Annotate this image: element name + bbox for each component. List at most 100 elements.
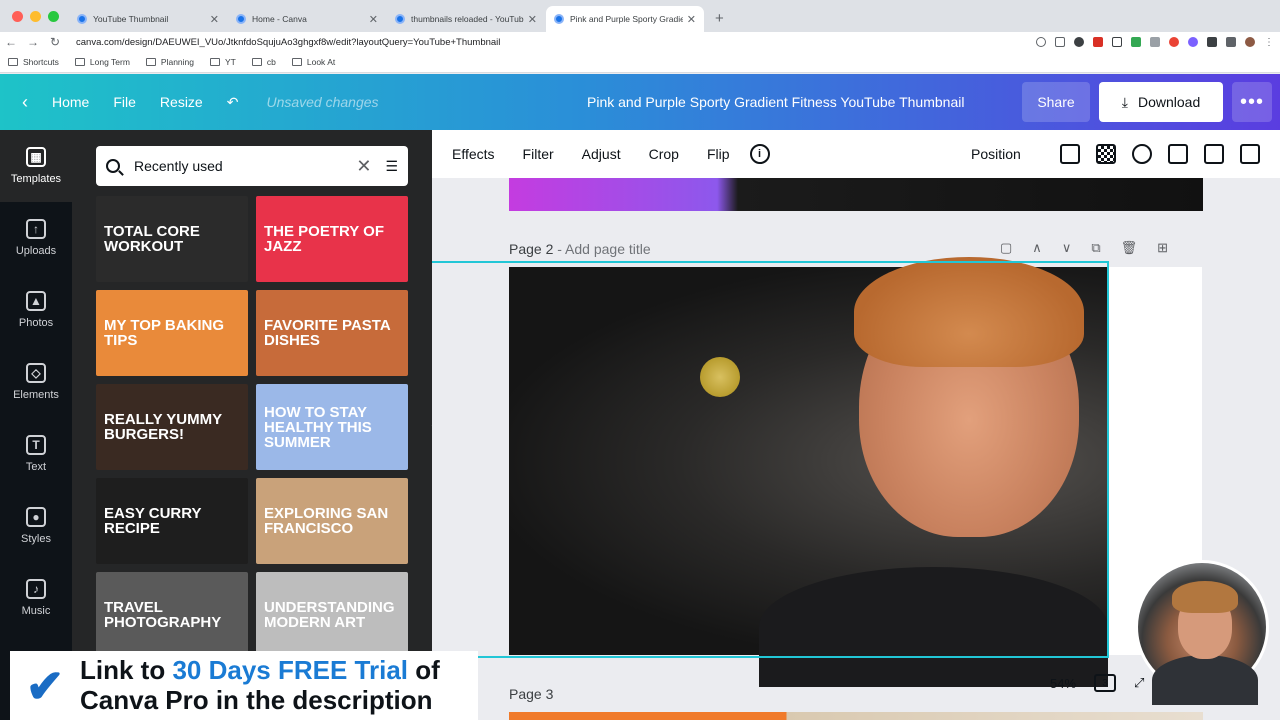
page-count-button[interactable]: 3 xyxy=(1094,674,1117,692)
back-arrow-icon[interactable]: ← xyxy=(0,35,22,49)
download-button[interactable]: ⤓ Download xyxy=(1099,82,1223,122)
effects-button[interactable]: Effects xyxy=(432,146,509,162)
page-1-preview[interactable] xyxy=(509,178,1203,211)
trash-icon[interactable] xyxy=(1240,144,1260,164)
extension-icon[interactable] xyxy=(1131,37,1141,47)
duplicate-icon[interactable] xyxy=(1204,144,1224,164)
browser-tab[interactable]: YouTube Thumbnail ✕ xyxy=(69,6,227,32)
page-2-photo[interactable] xyxy=(509,257,1108,687)
template-thumbnail[interactable]: Favorite Pasta Dishes xyxy=(256,290,408,376)
filter-sliders-icon[interactable]: ☰ xyxy=(385,158,398,175)
lock-icon[interactable] xyxy=(1168,144,1188,164)
reload-icon[interactable]: ↻ xyxy=(44,35,66,49)
rail-item-styles[interactable]: ● Styles xyxy=(0,490,72,562)
template-thumbnail[interactable]: really yummy burgers! xyxy=(96,384,248,470)
info-icon[interactable]: i xyxy=(749,144,770,164)
extension-icon[interactable] xyxy=(1188,37,1198,47)
shapes-icon: ◇ xyxy=(26,363,46,383)
bookmark-long-term[interactable]: Long Term xyxy=(74,57,130,67)
minimize-window-button[interactable] xyxy=(30,10,41,22)
page-3-preview[interactable] xyxy=(509,712,1203,720)
forward-arrow-icon[interactable]: → xyxy=(22,35,44,49)
url-field[interactable]: canva.com/design/DAEUWEI_VUo/JtknfdoSquj… xyxy=(66,37,1036,48)
delete-page-icon[interactable]: 🗑 xyxy=(1121,240,1138,256)
close-tab-icon[interactable]: ✕ xyxy=(528,13,537,26)
template-thumbnail[interactable]: The Poetry of Jazz xyxy=(256,196,408,282)
bookmark-shortcuts[interactable]: Shortcuts xyxy=(8,57,59,67)
page-2-title[interactable]: Page 2 - Add page title xyxy=(509,241,651,257)
bookmark-cb[interactable]: cb xyxy=(251,57,276,67)
search-input[interactable]: Recently used xyxy=(134,158,356,174)
more-options-button[interactable]: ••• xyxy=(1232,82,1272,122)
extension-icon[interactable] xyxy=(1074,37,1084,47)
close-window-button[interactable] xyxy=(12,10,23,22)
page-3-title[interactable]: Page 3 xyxy=(509,686,553,702)
duplicate-page-icon[interactable]: ⧉ xyxy=(1091,240,1100,256)
position-button[interactable]: Position xyxy=(971,146,1021,162)
chevron-up-icon[interactable]: ∧ xyxy=(1032,240,1042,256)
rail-item-templates[interactable]: ▦ Templates xyxy=(0,130,72,202)
filter-button[interactable]: Filter xyxy=(509,146,568,162)
rail-item-elements[interactable]: ◇ Elements xyxy=(0,346,72,418)
bookmark-yt[interactable]: YT xyxy=(210,57,236,67)
paint-roller-icon[interactable] xyxy=(1060,144,1080,164)
extension-icon[interactable] xyxy=(1226,37,1236,47)
browser-menu-icon[interactable]: ⋮ xyxy=(1264,37,1274,48)
zoom-icon[interactable] xyxy=(1036,37,1046,47)
browser-tab[interactable]: Home - Canva ✕ xyxy=(228,6,386,32)
close-tab-icon[interactable]: ✕ xyxy=(210,13,219,26)
template-thumbnail[interactable]: Exploring San Francisco xyxy=(256,478,408,564)
rail-item-uploads[interactable]: ↑ Uploads xyxy=(0,202,72,274)
link-icon[interactable] xyxy=(1132,144,1152,164)
toolbar-icons xyxy=(1060,144,1260,164)
adjust-button[interactable]: Adjust xyxy=(568,146,635,162)
browser-tab-active[interactable]: Pink and Purple Sporty Gradient ✕ xyxy=(546,6,704,32)
template-search[interactable]: Recently used ✕ ☰ xyxy=(96,146,408,186)
extension-icon[interactable] xyxy=(1150,37,1160,47)
extension-icon[interactable] xyxy=(1093,37,1103,47)
add-note-icon[interactable]: ▢ xyxy=(1000,240,1012,256)
resize-button[interactable]: Resize xyxy=(148,74,215,130)
template-thumbnail[interactable]: Travel Photography xyxy=(96,572,248,658)
template-thumbnail[interactable]: Understanding Modern Art xyxy=(256,572,408,658)
browser-tab[interactable]: thumbnails reloaded - YouTube ✕ xyxy=(387,6,545,32)
maximize-window-button[interactable] xyxy=(48,10,59,22)
home-button[interactable]: Home xyxy=(40,74,101,130)
page-controls: ▢ ∧ ∨ ⧉ 🗑 ⊞ xyxy=(1000,240,1168,256)
zoom-level[interactable]: 54% xyxy=(1050,676,1076,691)
extension-icon[interactable] xyxy=(1169,37,1179,47)
extension-icon[interactable] xyxy=(1112,37,1122,47)
design-title[interactable]: Pink and Purple Sporty Gradient Fitness … xyxy=(587,94,964,110)
rail-item-label: Photos xyxy=(18,317,54,329)
transparency-icon[interactable] xyxy=(1096,144,1116,164)
bookmark-planning[interactable]: Planning xyxy=(145,57,194,67)
puzzle-icon[interactable] xyxy=(1207,37,1217,47)
undo-icon[interactable]: ↶ xyxy=(215,74,251,130)
clear-icon[interactable]: ✕ xyxy=(356,156,371,177)
template-thumbnail[interactable]: Easy Curry Recipe xyxy=(96,478,248,564)
profile-avatar[interactable] xyxy=(1245,37,1255,47)
file-menu-button[interactable]: File xyxy=(101,74,148,130)
new-tab-button[interactable]: + xyxy=(705,6,734,32)
template-thumbnail[interactable]: My Top Baking Tips xyxy=(96,290,248,376)
template-thumbnail[interactable]: How to Stay Healthy This Summer xyxy=(256,384,408,470)
rail-item-text[interactable]: T Text xyxy=(0,418,72,490)
rail-item-photos[interactable]: ▲ Photos xyxy=(0,274,72,346)
rail-item-music[interactable]: ♪ Music xyxy=(0,562,72,634)
add-page-icon[interactable]: ⊞ xyxy=(1157,240,1168,256)
promo-banner: ✔ Link to 30 Days FREE Trial of Canva Pr… xyxy=(10,651,478,720)
share-button[interactable]: Share xyxy=(1022,82,1090,122)
chevron-left-icon[interactable]: ‹ xyxy=(0,74,40,130)
crop-button[interactable]: Crop xyxy=(635,146,693,162)
star-icon[interactable] xyxy=(1055,37,1065,47)
folder-icon xyxy=(251,58,262,66)
flip-button[interactable]: Flip xyxy=(693,146,744,162)
fullscreen-icon[interactable]: ⤢ xyxy=(1134,675,1144,691)
chevron-down-icon[interactable]: ∨ xyxy=(1062,240,1072,256)
template-thumbnail-text: really yummy burgers! xyxy=(104,411,222,443)
close-tab-icon[interactable]: ✕ xyxy=(369,13,378,26)
bookmark-look-at[interactable]: Look At xyxy=(291,57,335,67)
save-status: Unsaved changes xyxy=(266,94,379,110)
close-tab-icon[interactable]: ✕ xyxy=(687,13,696,26)
template-thumbnail[interactable]: Total Core Workout xyxy=(96,196,248,282)
